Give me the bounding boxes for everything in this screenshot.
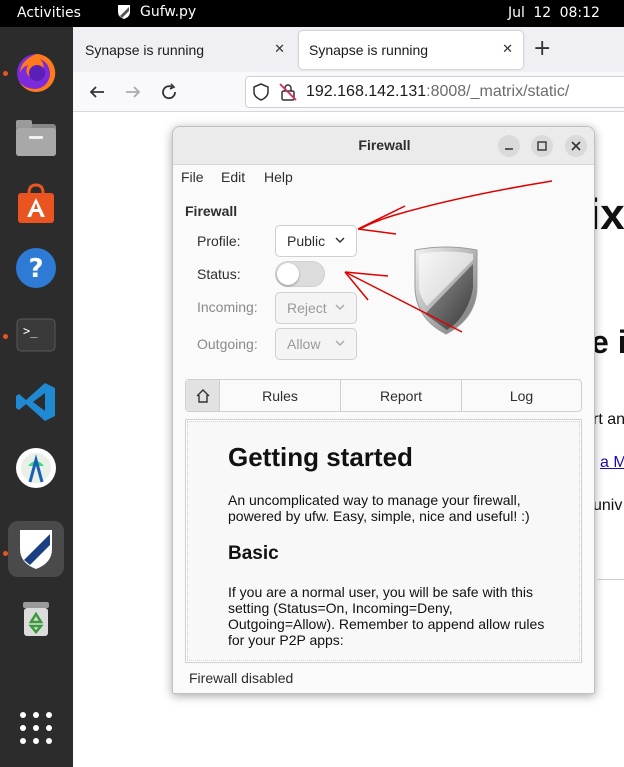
url-host: 192.168.142.131	[306, 83, 427, 100]
home-icon	[196, 388, 209, 403]
incoming-label: Incoming:	[197, 299, 258, 315]
firewall-tabs: Rules Report Log	[185, 379, 582, 412]
firefox-icon	[17, 53, 56, 92]
app-menu[interactable]: Gufw.py	[116, 4, 196, 20]
dock-help[interactable]: ?	[8, 240, 64, 296]
minimize-button[interactable]	[498, 135, 520, 157]
vscode-icon	[16, 383, 55, 421]
app-name: Gufw.py	[140, 4, 197, 20]
url-text: 192.168.142.131:8008/_matrix/static/	[306, 83, 569, 101]
page-subheading-fragment: e is	[591, 324, 624, 360]
profile-label: Profile:	[197, 233, 241, 249]
menu-edit[interactable]: Edit	[221, 169, 245, 185]
profile-select[interactable]: Public	[275, 225, 357, 257]
close-button[interactable]	[565, 135, 587, 157]
tab-rules[interactable]: Rules	[219, 380, 340, 411]
page-text-fragment: rt an	[593, 411, 624, 428]
maximize-icon	[537, 141, 547, 151]
app-center-icon	[18, 183, 54, 223]
menu-file[interactable]: File	[181, 169, 204, 185]
chevron-down-icon	[335, 304, 345, 311]
forward-button[interactable]	[121, 80, 145, 104]
dock-firefox[interactable]	[8, 45, 64, 101]
dock-gufw[interactable]	[8, 521, 64, 577]
gufw-app-icon	[118, 5, 130, 19]
incoming-select[interactable]: Reject	[275, 292, 357, 324]
url-bar[interactable]: 192.168.142.131:8008/_matrix/static/	[245, 76, 624, 108]
dock-terminal[interactable]: >_	[8, 307, 64, 363]
dock-vscode[interactable]	[8, 374, 64, 430]
help-content: Getting started An uncomplicated way to …	[187, 421, 580, 661]
svg-text:>_: >_	[23, 324, 38, 338]
back-arrow-icon	[89, 86, 104, 98]
files-icon	[16, 120, 56, 156]
browser-tab-label: Synapse is running	[85, 42, 205, 58]
status-bar: Firewall disabled	[189, 670, 294, 686]
top-bar: Activities Gufw.py Jul 12 08:12	[0, 0, 624, 27]
insecure-lock-icon[interactable]	[279, 83, 297, 101]
forward-arrow-icon	[126, 86, 141, 98]
trash-icon	[23, 602, 49, 636]
incoming-value: Reject	[287, 300, 327, 316]
page-link-fragment[interactable]: a M	[600, 454, 624, 472]
window-titlebar[interactable]: Firewall	[173, 127, 594, 165]
menu-help[interactable]: Help	[264, 169, 293, 185]
toggle-knob	[277, 263, 299, 285]
close-tab-icon[interactable]: ✕	[274, 41, 285, 57]
maximize-button[interactable]	[531, 135, 553, 157]
help-intro: An uncomplicated way to manage your fire…	[228, 492, 530, 524]
reload-icon	[162, 83, 176, 100]
browser-tab-active[interactable]: Synapse is running ✕	[299, 31, 523, 69]
tab-home[interactable]	[186, 380, 219, 411]
page-text-fragment: univ	[593, 497, 623, 514]
status-label: Status:	[197, 266, 241, 282]
menu-bar: File Edit Help	[173, 165, 594, 191]
tab-log[interactable]: Log	[461, 380, 581, 411]
outgoing-label: Outgoing:	[197, 336, 258, 352]
status-toggle[interactable]	[275, 261, 325, 287]
chevron-down-icon	[335, 237, 345, 244]
browser-tabstrip: Synapse is running ✕ Synapse is running …	[73, 27, 624, 72]
shield-tracking-icon[interactable]	[252, 83, 270, 101]
dock-trash[interactable]	[8, 590, 64, 646]
reload-button[interactable]	[157, 80, 181, 104]
browser-navbar: 192.168.142.131:8008/_matrix/static/	[73, 72, 624, 112]
dock: ? >_	[0, 27, 73, 767]
back-button[interactable]	[85, 80, 109, 104]
new-tab-button[interactable]: +	[533, 36, 551, 61]
url-path: :8008/_matrix/static/	[426, 83, 570, 100]
close-icon	[571, 141, 581, 151]
outgoing-value: Allow	[287, 336, 321, 352]
close-tab-icon[interactable]: ✕	[502, 41, 513, 57]
help-icon: ?	[16, 248, 56, 288]
help-basic-text: If you are a normal user, you will be sa…	[228, 584, 545, 648]
help-basic-heading: Basic	[228, 543, 279, 564]
browser-tab-label: Synapse is running	[309, 42, 429, 58]
terminal-icon: >_	[16, 318, 56, 352]
profile-value: Public	[287, 233, 326, 249]
svg-text:?: ?	[28, 254, 43, 284]
firewall-heading: Firewall	[185, 203, 238, 219]
minimize-icon	[505, 148, 513, 150]
tab-report[interactable]: Report	[340, 380, 461, 411]
firewall-window: Firewall File Edit Help Firewall Profile…	[172, 126, 595, 694]
gufw-icon	[20, 530, 52, 569]
clock[interactable]: Jul 12 08:12	[508, 5, 600, 21]
outgoing-select[interactable]: Allow	[275, 328, 357, 360]
firewall-shield-icon	[414, 246, 478, 335]
dock-files[interactable]	[8, 110, 64, 166]
dock-show-apps[interactable]	[8, 700, 64, 756]
chevron-down-icon	[335, 340, 345, 347]
page-divider	[598, 579, 624, 580]
activities-button[interactable]: Activities	[17, 5, 81, 21]
show-apps-icon	[20, 712, 52, 744]
browser-tab[interactable]: Synapse is running ✕	[75, 31, 295, 69]
dock-android-studio[interactable]	[8, 440, 64, 496]
android-studio-icon	[16, 448, 56, 488]
help-title: Getting started	[228, 442, 413, 472]
help-panel[interactable]: Getting started An uncomplicated way to …	[185, 419, 582, 663]
dock-app-center[interactable]	[8, 175, 64, 231]
